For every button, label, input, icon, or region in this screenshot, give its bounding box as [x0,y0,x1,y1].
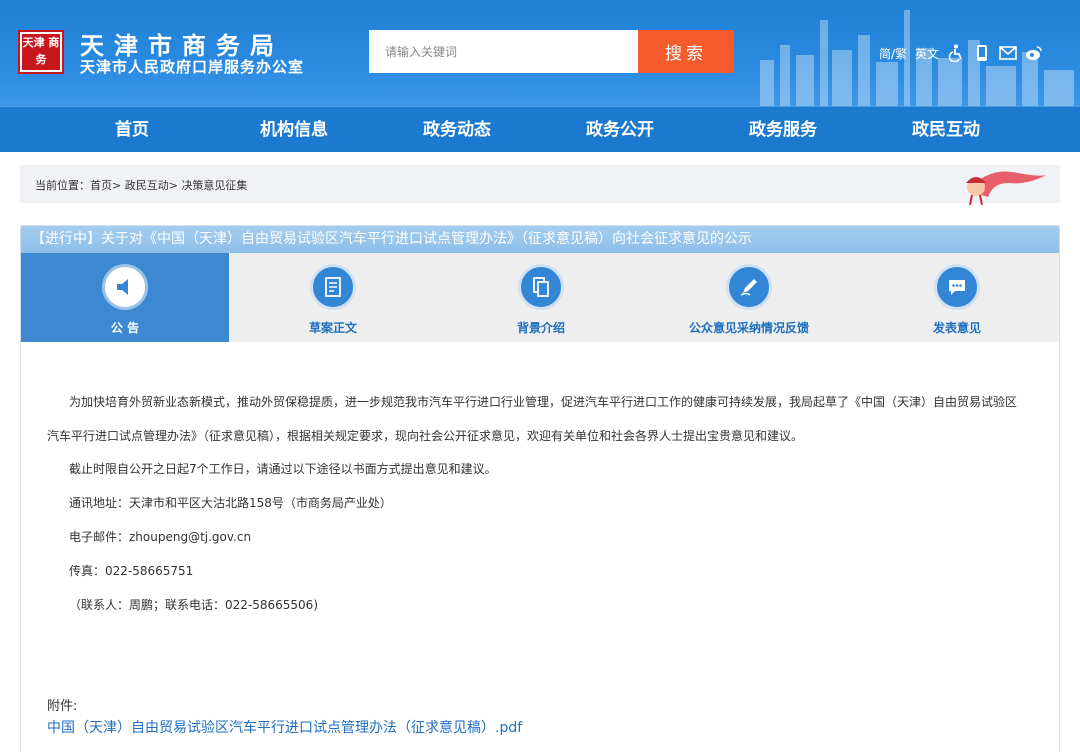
attachment-pdf-link[interactable]: 中国（天津）自由贸易试验区汽车平行进口试点管理办法（征求意见稿）.pdf [47,717,522,737]
paragraph-intro-line2: 汽车平行进口试点管理办法》（征求意见稿），根据相关规定要求，现向社会公开征求意见… [47,429,804,443]
consultation-panel: 【进行中】关于对《中国（天津）自由贸易试验区汽车平行进口试点管理办法》（征求意见… [20,225,1060,752]
breadcrumb-home[interactable]: 首页 [90,179,112,192]
panel-tabs: 公 告 草案正文 背景介绍 公众意见采纳情况反馈 发表意见 [21,253,1059,342]
site-subtitle: 天津市人民政府口岸服务办公室 [80,58,305,76]
lang-simple-trad-link[interactable]: 简/繁 [879,45,907,62]
mobile-icon[interactable] [973,44,991,62]
paragraph-deadline: 截止时限自公开之日起7个工作日，请通过以下途径以书面方式提出意见和建议。 [69,462,497,476]
contact-email: 电子邮件：zhoupeng@tj.gov.cn [69,530,252,544]
chat-icon [949,280,965,295]
nav-item-news[interactable]: 政务动态 [423,107,491,153]
tab-submit-opinion[interactable]: 发表意见 [853,253,1061,342]
search-placeholder: 请输入关键词 [385,45,458,59]
search-input[interactable]: 请输入关键词 [369,30,639,73]
tab-label: 公众意见采纳情况反馈 [688,321,809,335]
breadcrumb-interaction[interactable]: 政民互动 [125,179,169,192]
nav-item-services[interactable]: 政务服务 [749,107,817,153]
nav-item-organization[interactable]: 机构信息 [260,107,328,153]
accessibility-icon[interactable] [947,44,965,62]
tab-label: 草案正文 [308,321,357,335]
weibo-icon[interactable] [1025,44,1043,62]
tab-label: 发表意见 [932,321,981,335]
panel-title: 【进行中】关于对《中国（天津）自由贸易试验区汽车平行进口试点管理办法》（征求意见… [21,226,1059,253]
site-logo[interactable]: 天津 商务 [18,30,64,74]
tab-background[interactable]: 背景介绍 [437,253,645,342]
breadcrumb-current[interactable]: 决策意见征集 [181,179,247,192]
copy-icon [533,277,549,297]
paragraph-intro-line1: 为加快培育外贸新业态新模式，推动外贸保稳提质，进一步规范我市汽车平行进口行业管理… [69,395,1018,409]
lang-english-link[interactable]: 英文 [915,45,939,62]
breadcrumb-separator: > [168,179,178,192]
nav-item-public[interactable]: 政务公开 [586,107,654,153]
breadcrumb: 当前位置：首页> 政民互动> 决策意见征集 [20,165,1060,205]
tab-icon-circle [310,264,356,310]
breadcrumb-prefix: 当前位置： [35,179,90,192]
contact-address: 通讯地址：天津市和平区大沽北路158号（市商务局产业处） [69,496,392,510]
tab-icon-circle [518,264,564,310]
contact-fax: 传真：022-58665751 [69,564,194,578]
main-nav: 首页 机构信息 政务动态 政务公开 政务服务 政民互动 [0,106,1080,152]
tab-label: 背景介绍 [516,321,565,335]
nav-item-home[interactable]: 首页 [115,107,149,153]
nav-item-interaction[interactable]: 政民互动 [912,107,980,153]
ribbon-figure-decoration [966,171,1046,205]
tab-icon-circle [102,264,148,310]
breadcrumb-separator: > [112,179,122,192]
search-button[interactable]: 搜索 [638,30,734,73]
tab-announcement[interactable]: 公 告 [21,253,229,342]
tab-icon-circle [934,264,980,310]
pen-icon [740,279,757,296]
attachment-label: 附件: [47,699,78,714]
document-icon [325,277,341,297]
mail-icon[interactable] [999,44,1017,62]
header-tools: 简/繁 英文 [879,44,1043,62]
tab-draft-text[interactable]: 草案正文 [229,253,437,342]
contact-person: （联系人：周鹏；联系电话：022-58665506) [69,598,318,612]
speaker-icon [117,279,128,295]
tab-feedback[interactable]: 公众意见采纳情况反馈 [645,253,853,342]
site-header: 天津 商务 天津市商务局 天津市人民政府口岸服务办公室 请输入关键词 搜索 简/… [0,0,1080,106]
breadcrumb-text: 当前位置：首页> 政民互动> 决策意见征集 [35,177,247,193]
tab-label: 公 告 [110,321,140,335]
tab-icon-circle [726,264,772,310]
logo-text: 天津 商务 [22,34,60,70]
